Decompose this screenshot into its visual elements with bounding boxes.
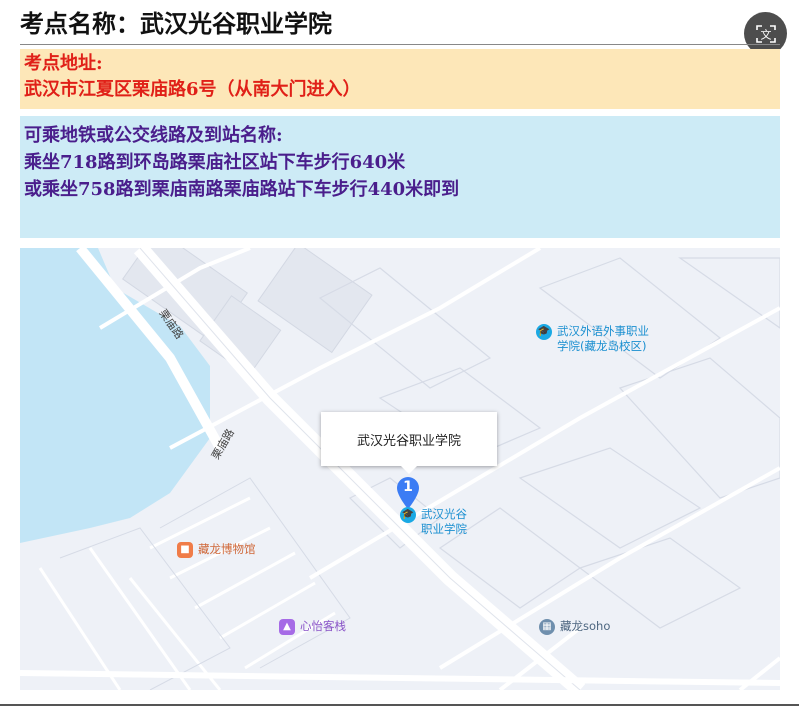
transit-route-1: 乘坐718路到环岛路栗庙社区站下车步行640米: [24, 152, 406, 173]
school-icon: 🎓: [400, 507, 416, 523]
poi-school[interactable]: 🎓 武汉光谷 职业学院: [400, 507, 467, 537]
address-panel: 考点地址: 武汉市江夏区栗庙路6号（从南大门进入）: [20, 49, 780, 109]
title-divider: [20, 44, 780, 45]
poi-inn[interactable]: ▲ 心怡客栈: [279, 619, 346, 635]
poi-office[interactable]: ▦ 藏龙soho: [539, 619, 610, 635]
location-marker[interactable]: 1: [396, 476, 420, 510]
translate-icon: 文: [755, 24, 776, 43]
map-canvas: [20, 248, 780, 690]
poi-museum-label: 藏龙博物馆: [198, 542, 256, 556]
poi-inn-label: 心怡客栈: [300, 619, 346, 633]
poi-school-line1: 武汉光谷: [421, 507, 467, 521]
poi-foreign-line1: 武汉外语外事职业: [557, 324, 649, 338]
translate-glyph: 文: [760, 27, 771, 41]
exam-site-card: 考点名称：武汉光谷职业学院 文 考点地址: 武汉市江夏区栗庙路6号（从南大门进入…: [0, 0, 799, 706]
address-value: 武汉市江夏区栗庙路6号（从南大门进入）: [24, 79, 361, 100]
school-icon: 🎓: [536, 324, 552, 340]
hotel-icon: ▲: [279, 619, 295, 635]
building-icon: ▦: [539, 619, 555, 635]
marker-number: 1: [403, 479, 413, 495]
address-label: 考点地址:: [24, 53, 103, 74]
location-map[interactable]: 栗庙路 栗庙路 武汉光谷职业学院 1 🎓 武汉光谷 职业学院 🎓 武汉外语外事职…: [20, 248, 780, 690]
popup-label: 武汉光谷职业学院: [356, 433, 461, 449]
museum-icon: ■: [177, 542, 193, 558]
poi-office-label: 藏龙soho: [560, 619, 611, 633]
location-popup[interactable]: 武汉光谷职业学院: [321, 412, 497, 474]
transit-panel: 可乘地铁或公交线路及到站名称: 乘坐718路到环岛路栗庙社区站下车步行640米 …: [20, 116, 780, 238]
transit-route-2: 或乘坐758路到栗庙南路栗庙路站下车步行440米即到: [24, 179, 460, 200]
poi-museum[interactable]: ■ 藏龙博物馆: [177, 542, 256, 558]
poi-foreign-line2: 学院(藏龙岛校区): [557, 339, 647, 353]
poi-school-line2: 职业学院: [421, 522, 467, 536]
page-title: 考点名称：武汉光谷职业学院: [20, 9, 332, 38]
transit-label: 可乘地铁或公交线路及到站名称:: [24, 125, 283, 146]
poi-foreign-language-college[interactable]: 🎓 武汉外语外事职业 学院(藏龙岛校区): [536, 324, 649, 354]
